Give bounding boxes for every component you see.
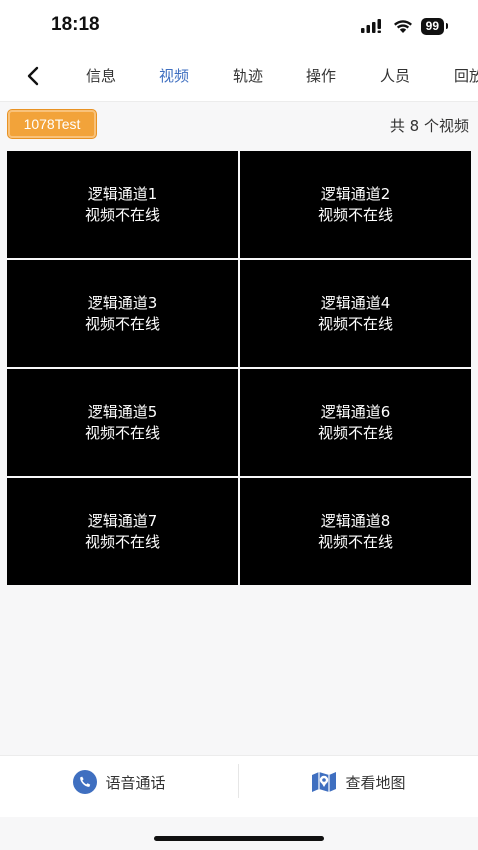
status-bar: 18:18 99 bbox=[0, 0, 478, 52]
channel-name: 逻辑通道1 bbox=[87, 184, 158, 203]
channel-name: 逻辑通道3 bbox=[87, 293, 158, 312]
tab-video[interactable]: 视频 bbox=[159, 65, 189, 86]
channel-status: 视频不在线 bbox=[317, 532, 393, 551]
tab-info[interactable]: 信息 bbox=[86, 65, 116, 86]
channel-status: 视频不在线 bbox=[84, 314, 160, 333]
channel-name: 逻辑通道7 bbox=[87, 511, 158, 530]
channel-status: 视频不在线 bbox=[84, 205, 160, 224]
video-channel-2[interactable]: 逻辑通道2 视频不在线 bbox=[240, 151, 471, 258]
video-channel-3[interactable]: 逻辑通道3 视频不在线 bbox=[7, 260, 238, 367]
map-icon bbox=[312, 772, 337, 792]
tab-operation[interactable]: 操作 bbox=[306, 65, 336, 86]
view-map-label: 查看地图 bbox=[345, 773, 406, 792]
device-header: 1078Test 共 8 个视频 bbox=[0, 103, 478, 147]
video-channel-8[interactable]: 逻辑通道8 视频不在线 bbox=[240, 478, 471, 585]
channel-name: 逻辑通道5 bbox=[87, 402, 158, 421]
video-channel-1[interactable]: 逻辑通道1 视频不在线 bbox=[7, 151, 238, 258]
channel-name: 逻辑通道8 bbox=[320, 511, 391, 530]
device-badge[interactable]: 1078Test bbox=[8, 110, 96, 138]
bottom-action-bar: 语音通话 查看地图 bbox=[0, 755, 478, 817]
wifi-icon bbox=[393, 19, 412, 33]
channel-status: 视频不在线 bbox=[84, 423, 160, 442]
channel-status: 视频不在线 bbox=[317, 205, 393, 224]
channel-status: 视频不在线 bbox=[84, 532, 160, 551]
chevron-left-icon bbox=[27, 66, 39, 86]
channel-name: 逻辑通道6 bbox=[320, 402, 391, 421]
channel-status: 视频不在线 bbox=[317, 423, 393, 442]
channel-name: 逻辑通道2 bbox=[320, 184, 391, 203]
back-button[interactable] bbox=[22, 64, 46, 88]
status-time: 18:18 bbox=[51, 14, 100, 35]
tab-track[interactable]: 轨迹 bbox=[233, 65, 263, 86]
battery-icon: 99 bbox=[420, 17, 449, 35]
video-count: 共 8 个视频 bbox=[389, 117, 469, 135]
tab-personnel[interactable]: 人员 bbox=[380, 65, 410, 86]
video-channel-7[interactable]: 逻辑通道7 视频不在线 bbox=[7, 478, 238, 585]
tab-playback[interactable]: 回放 bbox=[454, 65, 478, 86]
voice-call-label: 语音通话 bbox=[105, 773, 166, 792]
phone-icon bbox=[73, 770, 98, 794]
video-channel-5[interactable]: 逻辑通道5 视频不在线 bbox=[7, 369, 238, 476]
view-map-button[interactable]: 查看地图 bbox=[239, 756, 478, 808]
voice-call-button[interactable]: 语音通话 bbox=[0, 756, 239, 808]
video-channel-6[interactable]: 逻辑通道6 视频不在线 bbox=[240, 369, 471, 476]
video-channel-4[interactable]: 逻辑通道4 视频不在线 bbox=[240, 260, 471, 367]
channel-name: 逻辑通道4 bbox=[320, 293, 391, 312]
status-icons: 99 bbox=[360, 17, 449, 35]
tab-bar: 信息 视频 轨迹 操作 人员 回放 bbox=[0, 52, 478, 102]
home-indicator[interactable] bbox=[154, 836, 324, 841]
channel-status: 视频不在线 bbox=[317, 314, 393, 333]
signal-icon bbox=[360, 19, 381, 33]
video-grid: 逻辑通道1 视频不在线 逻辑通道2 视频不在线 逻辑通道3 视频不在线 逻辑通道… bbox=[7, 151, 471, 585]
